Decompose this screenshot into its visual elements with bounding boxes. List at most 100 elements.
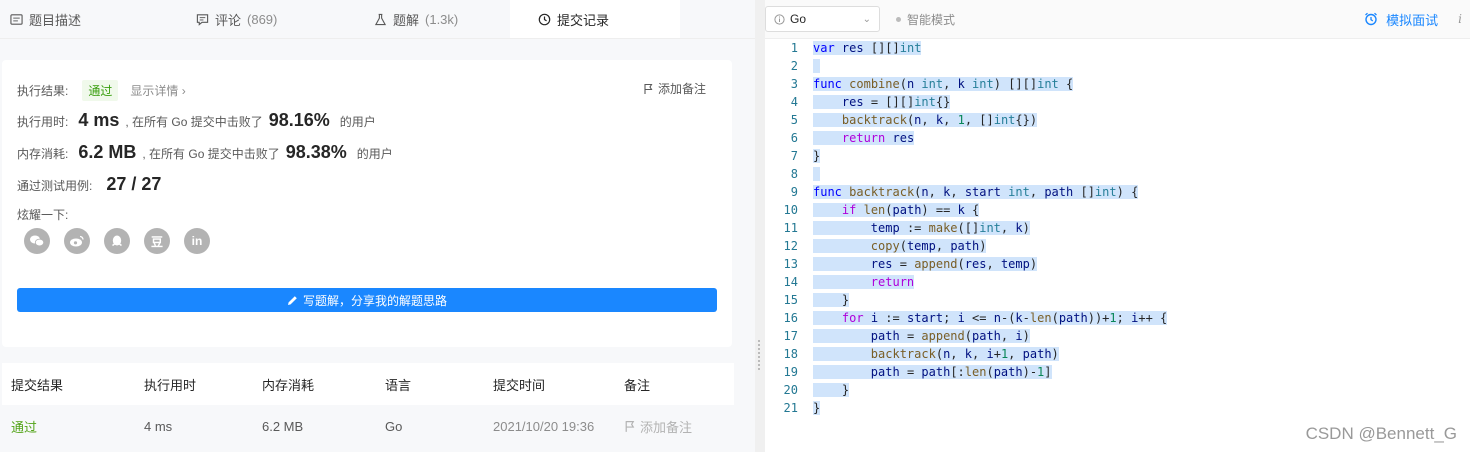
runtime-label: 执行用时: [17,115,69,129]
code-line[interactable]: 12 copy(temp, path) [765,237,1470,255]
code-line[interactable]: 7} [765,147,1470,165]
tab-comments[interactable]: 评论 (869) [170,0,340,38]
weibo-icon[interactable] [64,228,90,254]
memory-value: 6.2 MB [78,142,137,162]
info-icon[interactable]: i [1458,12,1462,26]
line-source: backtrack(n, k, 1, []int{}) [813,111,1038,129]
editor-panel: Go ⌄ 智能模式 模拟面试 i 1 var res [][]int 2 3 func… [765,0,1470,452]
add-note-button[interactable]: 添加备注 [643,80,706,97]
line-number: 7 [790,149,798,163]
tab-label: 题目描述 [29,12,82,28]
code-line[interactable]: 19 path = path[:len(path)-1] [765,363,1470,381]
code-line[interactable]: 3 func combine(n int, k int) [][]int { [765,75,1470,93]
code-line[interactable]: 5 backtrack(n, k, 1, []int{}) [765,111,1470,129]
left-panel: 题目描述 评论 (869) 题解 (1.3k) 提交记录 执行结果: 通过 显示… [0,0,755,452]
code-line[interactable]: 4 res = [][]int{} [765,93,1470,111]
runtime-value: 4 ms [78,110,120,130]
line-source: var res [][]int [813,39,922,57]
line-source: path = path[:len(path)-1] [813,363,1052,381]
code-line[interactable]: 1 var res [][]int [765,39,1470,57]
code-line[interactable]: 8 [765,165,1470,183]
code-line[interactable]: 11 temp := make([]int, k) [765,219,1470,237]
douban-icon[interactable]: 豆 [144,228,170,254]
status-badge: 通过 [82,80,119,101]
drag-handle-icon[interactable] [758,340,761,370]
code-line[interactable]: 13 res = append(res, temp) [765,255,1470,273]
code-line[interactable]: 6 return res [765,129,1470,147]
selected-text: return [813,275,915,289]
selected-text: path = append(path, i) [813,329,1030,343]
selected-text: return res [813,131,915,145]
selected-text: } [813,149,821,163]
memory-row: 内存消耗: 6.2 MB , 在所有 Go 提交中击败了 98.38% 的用户 [17,142,393,163]
row-memory: 6.2 MB [262,418,304,434]
header-runtime[interactable]: 执行用时 [144,375,262,394]
runtime-text: , 在所有 Go 提交中击败了 [125,115,263,129]
write-solution-button[interactable]: 写题解，分享我的解题思路 [17,288,717,312]
line-number: 2 [790,59,798,73]
code-line[interactable]: 16 for i := start; i <= n-(k-len(path))+… [765,309,1470,327]
result-label: 执行结果: [17,84,69,98]
line-source: } [813,291,850,309]
tab-count: (1.3k) [425,11,459,27]
tab-label: 提交记录 [557,12,610,28]
document-icon [10,13,23,25]
code-line[interactable]: 20 } [765,381,1470,399]
code-line[interactable]: 15 } [765,291,1470,309]
smart-mode-toggle[interactable]: 智能模式 [896,11,955,28]
selected-text: } [813,401,821,415]
selected-text: res = [][]int{} [813,95,951,109]
submissions-table: 提交结果 执行用时 内存消耗 语言 提交时间 备注 通过 4 ms 6.2 MB… [2,363,734,447]
selected-text: for i := start; i <= n-(k-len(path))+1; … [813,311,1168,325]
panel-splitter[interactable] [755,0,765,452]
linkedin-icon[interactable]: in [184,228,210,254]
tab-submissions[interactable]: 提交记录 [510,0,680,38]
line-source: return [813,273,915,291]
add-note-label: 添加备注 [657,82,706,96]
line-number: 13 [783,257,798,271]
table-row[interactable]: 通过 4 ms 6.2 MB Go 2021/10/20 19:36 添加备注 [2,405,734,447]
wechat-icon[interactable] [24,228,50,254]
code-editor[interactable]: 1 var res [][]int 2 3 func combine(n int, k… [765,39,1470,417]
language-value: Go [790,12,807,26]
selected-text [813,167,821,181]
row-note-label: 添加备注 [640,419,693,435]
smart-mode-label: 智能模式 [907,12,956,27]
code-line[interactable]: 21} [765,399,1470,417]
pencil-icon [287,295,297,305]
line-number: 10 [783,203,798,217]
line-number: 17 [783,329,798,343]
selected-text: backtrack(n, k, 1, []int{}) [813,113,1038,127]
line-number: 11 [783,221,798,235]
code-line[interactable]: 18 backtrack(n, k, i+1, path) [765,345,1470,363]
mock-interview-button[interactable]: 模拟面试 [1364,10,1438,29]
header-memory[interactable]: 内存消耗 [262,375,385,394]
show-details-link[interactable]: 显示详情 › [130,82,185,99]
flag-icon [644,83,653,94]
code-line[interactable]: 17 path = append(path, i) [765,327,1470,345]
selected-text: if len(path) == k { [813,203,980,217]
language-select[interactable]: Go ⌄ [765,6,880,32]
line-number: 19 [783,365,798,379]
tab-description[interactable]: 题目描述 [0,0,170,38]
header-result[interactable]: 提交结果 [2,375,144,394]
selected-text: func backtrack(n, k, start int, path []i… [813,185,1139,199]
line-source: res = [][]int{} [813,93,951,111]
line-number: 20 [783,383,798,397]
header-time[interactable]: 提交时间 [493,375,624,394]
code-line[interactable]: 14 return [765,273,1470,291]
qq-icon[interactable] [104,228,130,254]
selected-text: func combine(n int, k int) [][]int { [813,77,1074,91]
code-line[interactable]: 2 [765,57,1470,75]
row-add-note[interactable]: 添加备注 [624,417,734,436]
code-line[interactable]: 9 func backtrack(n, k, start int, path []… [765,183,1470,201]
share-row-label: 炫耀一下: [17,206,68,223]
line-number: 4 [790,95,798,109]
header-language[interactable]: 语言 [385,375,493,394]
submission-result-card: 执行结果: 通过 显示详情 › 添加备注 执行用时: 4 ms , 在所有 Go… [2,60,732,347]
tests-label: 通过测试用例: [17,179,93,193]
row-result[interactable]: 通过 [2,417,144,436]
tab-solutions[interactable]: 题解 (1.3k) [340,0,510,38]
flask-icon [374,13,387,25]
code-line[interactable]: 10 if len(path) == k { [765,201,1470,219]
